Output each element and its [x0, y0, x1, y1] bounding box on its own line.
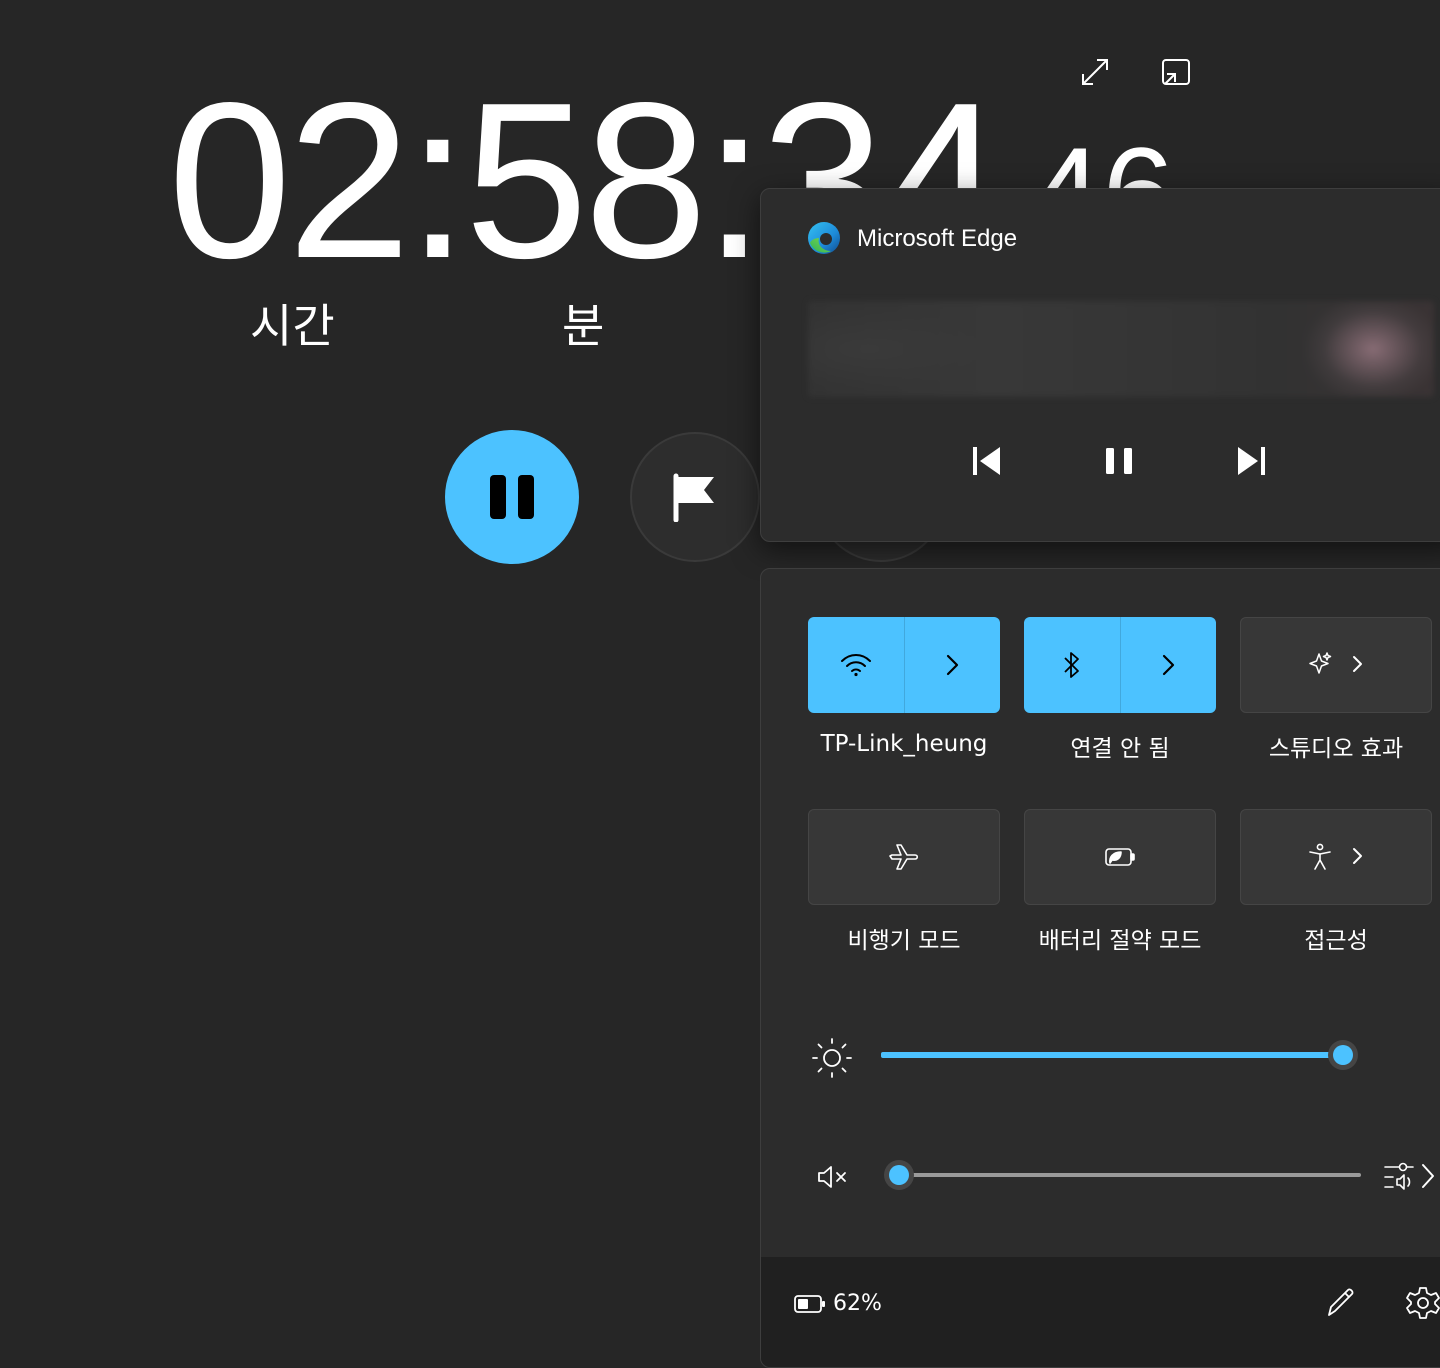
wifi-networks-button[interactable] — [903, 617, 1001, 713]
studio-effects-tile[interactable] — [1240, 617, 1432, 713]
airplane-icon — [889, 844, 919, 870]
lap-button[interactable] — [630, 432, 760, 562]
expand-button[interactable] — [1075, 52, 1115, 92]
volume-slider-thumb[interactable] — [884, 1160, 914, 1190]
media-app-name: Microsoft Edge — [857, 225, 1018, 252]
previous-track-button[interactable] — [962, 439, 1012, 483]
next-track-button[interactable] — [1226, 439, 1276, 483]
media-pause-button[interactable] — [1094, 439, 1144, 483]
airplane-mode-tile[interactable] — [808, 809, 1000, 905]
pause-stopwatch-button[interactable] — [445, 430, 579, 564]
battery-saver-icon — [1105, 848, 1135, 866]
volume-thumb-dot — [889, 1165, 909, 1185]
brightness-icon — [812, 1038, 852, 1078]
quick-settings-footer: 62% — [761, 1257, 1440, 1367]
brightness-fill — [881, 1052, 1343, 1058]
volume-muted-icon — [818, 1166, 846, 1188]
chevron-right-icon — [1353, 848, 1362, 864]
accessibility-tile-label: 접근성 — [1304, 928, 1368, 954]
previous-track-icon — [973, 447, 1000, 475]
wifi-tile — [808, 617, 1000, 713]
bluetooth-tile — [1024, 617, 1216, 713]
audio-output-button[interactable] — [1381, 1159, 1440, 1193]
next-track-icon — [1238, 447, 1265, 475]
quick-settings-panel: TP-Link_heung 연결 안 됨 스튜디오 효과 비행기 모드 배터리 … — [760, 568, 1440, 1368]
bluetooth-icon — [1064, 652, 1079, 678]
settings-button[interactable] — [1405, 1285, 1440, 1325]
pause-icon — [490, 475, 534, 519]
media-thumbnail — [808, 301, 1434, 397]
wifi-icon — [840, 654, 871, 677]
media-flyout: Microsoft Edge — [760, 188, 1440, 542]
chevron-right-icon — [947, 654, 959, 676]
chevron-right-icon — [1353, 656, 1362, 672]
volume-track[interactable] — [899, 1173, 1361, 1177]
minutes-label: 분 — [562, 299, 605, 353]
battery-icon — [794, 1295, 825, 1313]
bluetooth-tile-label: 연결 안 됨 — [1070, 736, 1170, 762]
audio-mixer-icon — [1384, 1162, 1434, 1190]
flag-icon — [673, 473, 714, 522]
compact-overlay-icon — [1162, 59, 1190, 85]
battery-saver-tile-label: 배터리 절약 모드 — [1038, 928, 1202, 954]
wifi-tile-label: TP-Link_heung — [820, 731, 988, 757]
pause-icon — [1106, 448, 1132, 474]
accessibility-icon — [1309, 843, 1331, 870]
bluetooth-devices-button[interactable] — [1119, 617, 1217, 713]
accessibility-tile[interactable] — [1240, 809, 1432, 905]
battery-saver-tile[interactable] — [1024, 809, 1216, 905]
expand-icon — [1082, 59, 1108, 85]
edge-icon — [808, 222, 840, 254]
brightness-slider-thumb[interactable] — [1328, 1040, 1358, 1070]
brightness-thumb-dot — [1333, 1045, 1353, 1065]
wifi-toggle[interactable] — [808, 617, 904, 713]
studio-effects-tile-label: 스튜디오 효과 — [1268, 736, 1404, 762]
hours-label: 시간 — [250, 299, 335, 353]
studio-effects-icon — [1309, 652, 1332, 674]
gear-icon — [1406, 1287, 1440, 1319]
bluetooth-toggle[interactable] — [1024, 617, 1120, 713]
airplane-mode-tile-label: 비행기 모드 — [847, 928, 961, 954]
chevron-right-icon — [1163, 654, 1175, 676]
edit-quick-settings-button[interactable] — [1323, 1285, 1363, 1325]
pencil-icon — [1328, 1288, 1354, 1316]
compact-overlay-button[interactable] — [1155, 52, 1195, 92]
battery-percentage[interactable]: 62% — [833, 1291, 882, 1316]
